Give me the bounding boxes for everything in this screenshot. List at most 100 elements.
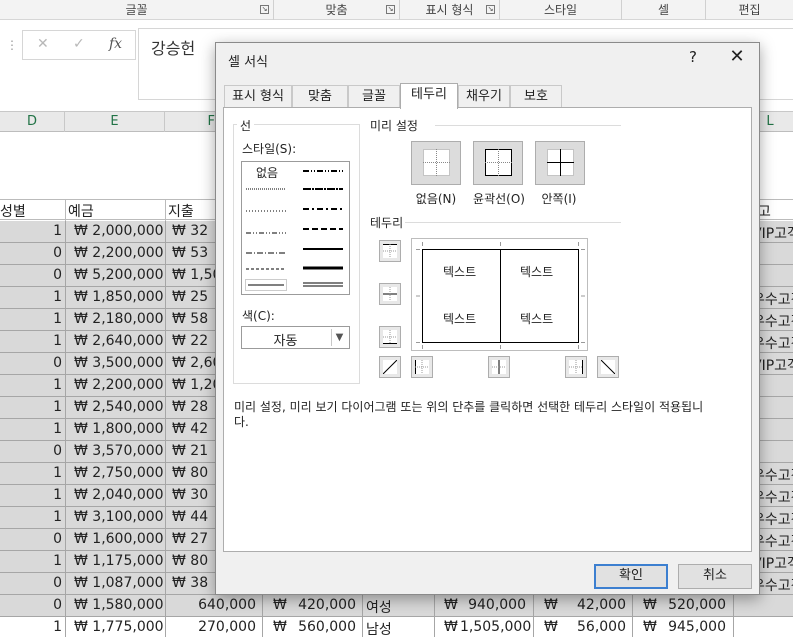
cell-gender[interactable]: 0: [0, 355, 62, 371]
line-style-list[interactable]: 없음: [241, 161, 350, 295]
cell-expense[interactable]: ₩ 25: [172, 289, 208, 305]
preset-none-button[interactable]: [411, 141, 461, 185]
line-style-dash-dot-dot[interactable]: [245, 226, 287, 240]
cell-deposit[interactable]: ₩ 1,087,000: [74, 575, 164, 591]
border-diagonal-up-button[interactable]: [379, 356, 401, 378]
cell-gender-text[interactable]: 남성: [366, 619, 392, 637]
cell-expense[interactable]: 270,000: [172, 619, 256, 635]
cell-gender[interactable]: 0: [0, 267, 62, 283]
line-style-thin-selected[interactable]: [245, 278, 287, 292]
cell-amount[interactable]: 420,000: [290, 597, 356, 613]
cancel-entry-icon[interactable]: ✕: [37, 36, 49, 52]
cell-gender[interactable]: 0: [0, 531, 62, 547]
line-style-thick[interactable]: [302, 261, 344, 275]
border-inside-vertical-button[interactable]: [488, 356, 510, 378]
cell-expense[interactable]: 640,000: [172, 597, 256, 613]
cell-expense[interactable]: ₩ 27: [172, 531, 208, 547]
cell-deposit[interactable]: ₩ 2,040,000: [74, 487, 164, 503]
cell-expense[interactable]: ₩ 80: [172, 465, 208, 481]
cell-gender[interactable]: 1: [0, 553, 62, 569]
header-cell-gender[interactable]: 성별: [0, 201, 26, 221]
table-row[interactable]: 1 ₩ 1,775,000 270,000 ₩560,000 남성 ₩1,505,000 ₩…: [0, 617, 793, 637]
cell-deposit[interactable]: ₩ 2,200,000: [74, 377, 164, 393]
cell-deposit[interactable]: ₩ 3,570,000: [74, 443, 164, 459]
ok-button[interactable]: 확인: [594, 564, 668, 589]
cell-expense[interactable]: ₩ 22: [172, 333, 208, 349]
cell-expense[interactable]: ₩ 28: [172, 399, 208, 415]
preset-inside-button[interactable]: [535, 141, 585, 185]
cell-deposit[interactable]: ₩ 5,200,000: [74, 267, 164, 283]
line-style-double[interactable]: [302, 278, 344, 292]
cell-currency[interactable]: ₩: [643, 597, 657, 613]
tab-fill[interactable]: 채우기: [458, 85, 510, 108]
preset-outline-button[interactable]: [473, 141, 523, 185]
cell-deposit[interactable]: ₩ 1,600,000: [74, 531, 164, 547]
cell-gender[interactable]: 0: [0, 575, 62, 591]
help-icon[interactable]: ?: [686, 48, 700, 66]
color-dropdown[interactable]: 자동 ▼: [241, 326, 350, 349]
column-header-d[interactable]: D: [0, 112, 65, 132]
border-bottom-button[interactable]: [379, 326, 401, 348]
cell-deposit[interactable]: ₩ 2,180,000: [74, 311, 164, 327]
cell-gender[interactable]: 1: [0, 465, 62, 481]
border-inside-horizontal-button[interactable]: [379, 283, 401, 305]
cell-amount[interactable]: 945,000: [660, 619, 726, 635]
cell-expense[interactable]: ₩ 21: [172, 443, 208, 459]
cancel-button[interactable]: 취소: [678, 564, 752, 589]
cell-expense[interactable]: ₩ 53: [172, 245, 208, 261]
tab-alignment[interactable]: 맞춤: [292, 85, 348, 108]
cell-amount[interactable]: 520,000: [660, 597, 726, 613]
cell-deposit[interactable]: ₩ 1,800,000: [74, 421, 164, 437]
cell-gender[interactable]: 1: [0, 619, 62, 635]
cell-gender[interactable]: 0: [0, 443, 62, 459]
cell-amount[interactable]: 56,000: [560, 619, 626, 635]
cell-expense[interactable]: ₩ 80: [172, 553, 208, 569]
cell-expense[interactable]: ₩ 30: [172, 487, 208, 503]
column-header-e[interactable]: E: [65, 112, 165, 132]
cell-expense[interactable]: ₩ 32: [172, 223, 208, 239]
line-style-slanted-dash-dot[interactable]: [302, 182, 344, 196]
cell-gender[interactable]: 1: [0, 311, 62, 327]
cell-expense[interactable]: ₩ 38: [172, 575, 208, 591]
line-style-dash-dot[interactable]: [245, 246, 287, 260]
cell-currency[interactable]: ₩: [273, 597, 287, 613]
cell-deposit[interactable]: ₩ 1,775,000: [74, 619, 164, 635]
line-style-medium-dashed[interactable]: [302, 222, 344, 236]
cell-currency[interactable]: ₩: [273, 619, 287, 635]
cell-gender-text[interactable]: 여성: [366, 597, 392, 617]
cell-amount[interactable]: 940,000: [460, 597, 526, 613]
dialog-launcher-icon[interactable]: ↘: [260, 5, 269, 14]
cell-currency[interactable]: ₩: [544, 619, 558, 635]
cell-deposit[interactable]: ₩ 2,000,000: [74, 223, 164, 239]
cell-currency[interactable]: ₩: [643, 619, 657, 635]
line-style-dotted[interactable]: [245, 204, 287, 218]
cell-gender[interactable]: 1: [0, 509, 62, 525]
line-style-medium[interactable]: [302, 242, 344, 256]
confirm-entry-icon[interactable]: ✓: [73, 36, 85, 52]
cell-amount[interactable]: 42,000: [560, 597, 626, 613]
cell-gender[interactable]: 1: [0, 289, 62, 305]
line-style-hair[interactable]: [245, 182, 287, 196]
tab-font[interactable]: 글꼴: [348, 85, 400, 108]
cell-currency[interactable]: ₩: [444, 597, 458, 613]
header-cell-expense[interactable]: 지출: [168, 201, 194, 221]
border-right-button[interactable]: [565, 356, 587, 378]
drag-handle-icon[interactable]: ⋮: [6, 38, 18, 52]
cell-gender[interactable]: 1: [0, 333, 62, 349]
cell-deposit[interactable]: ₩ 1,175,000: [74, 553, 164, 569]
border-diagonal-down-button[interactable]: [597, 356, 619, 378]
cell-gender[interactable]: 1: [0, 223, 62, 239]
cell-deposit[interactable]: ₩ 3,500,000: [74, 355, 164, 371]
cell-deposit[interactable]: ₩ 2,540,000: [74, 399, 164, 415]
cell-gender[interactable]: 0: [0, 245, 62, 261]
cell-expense[interactable]: ₩ 44: [172, 509, 208, 525]
cell-amount[interactable]: 1,505,000: [460, 619, 531, 635]
insert-function-icon[interactable]: fx: [109, 36, 122, 52]
cell-expense[interactable]: ₩ 42: [172, 421, 208, 437]
line-style-dashed[interactable]: [245, 262, 287, 276]
table-row[interactable]: 0 ₩ 1,580,000 640,000 ₩420,000 여성 ₩940,000 ₩42…: [0, 595, 793, 617]
line-style-medium-dash-dot-dot[interactable]: [302, 164, 344, 178]
line-style-medium-dash-dot[interactable]: [302, 202, 344, 216]
cell-gender[interactable]: 1: [0, 377, 62, 393]
border-left-button[interactable]: [411, 356, 433, 378]
